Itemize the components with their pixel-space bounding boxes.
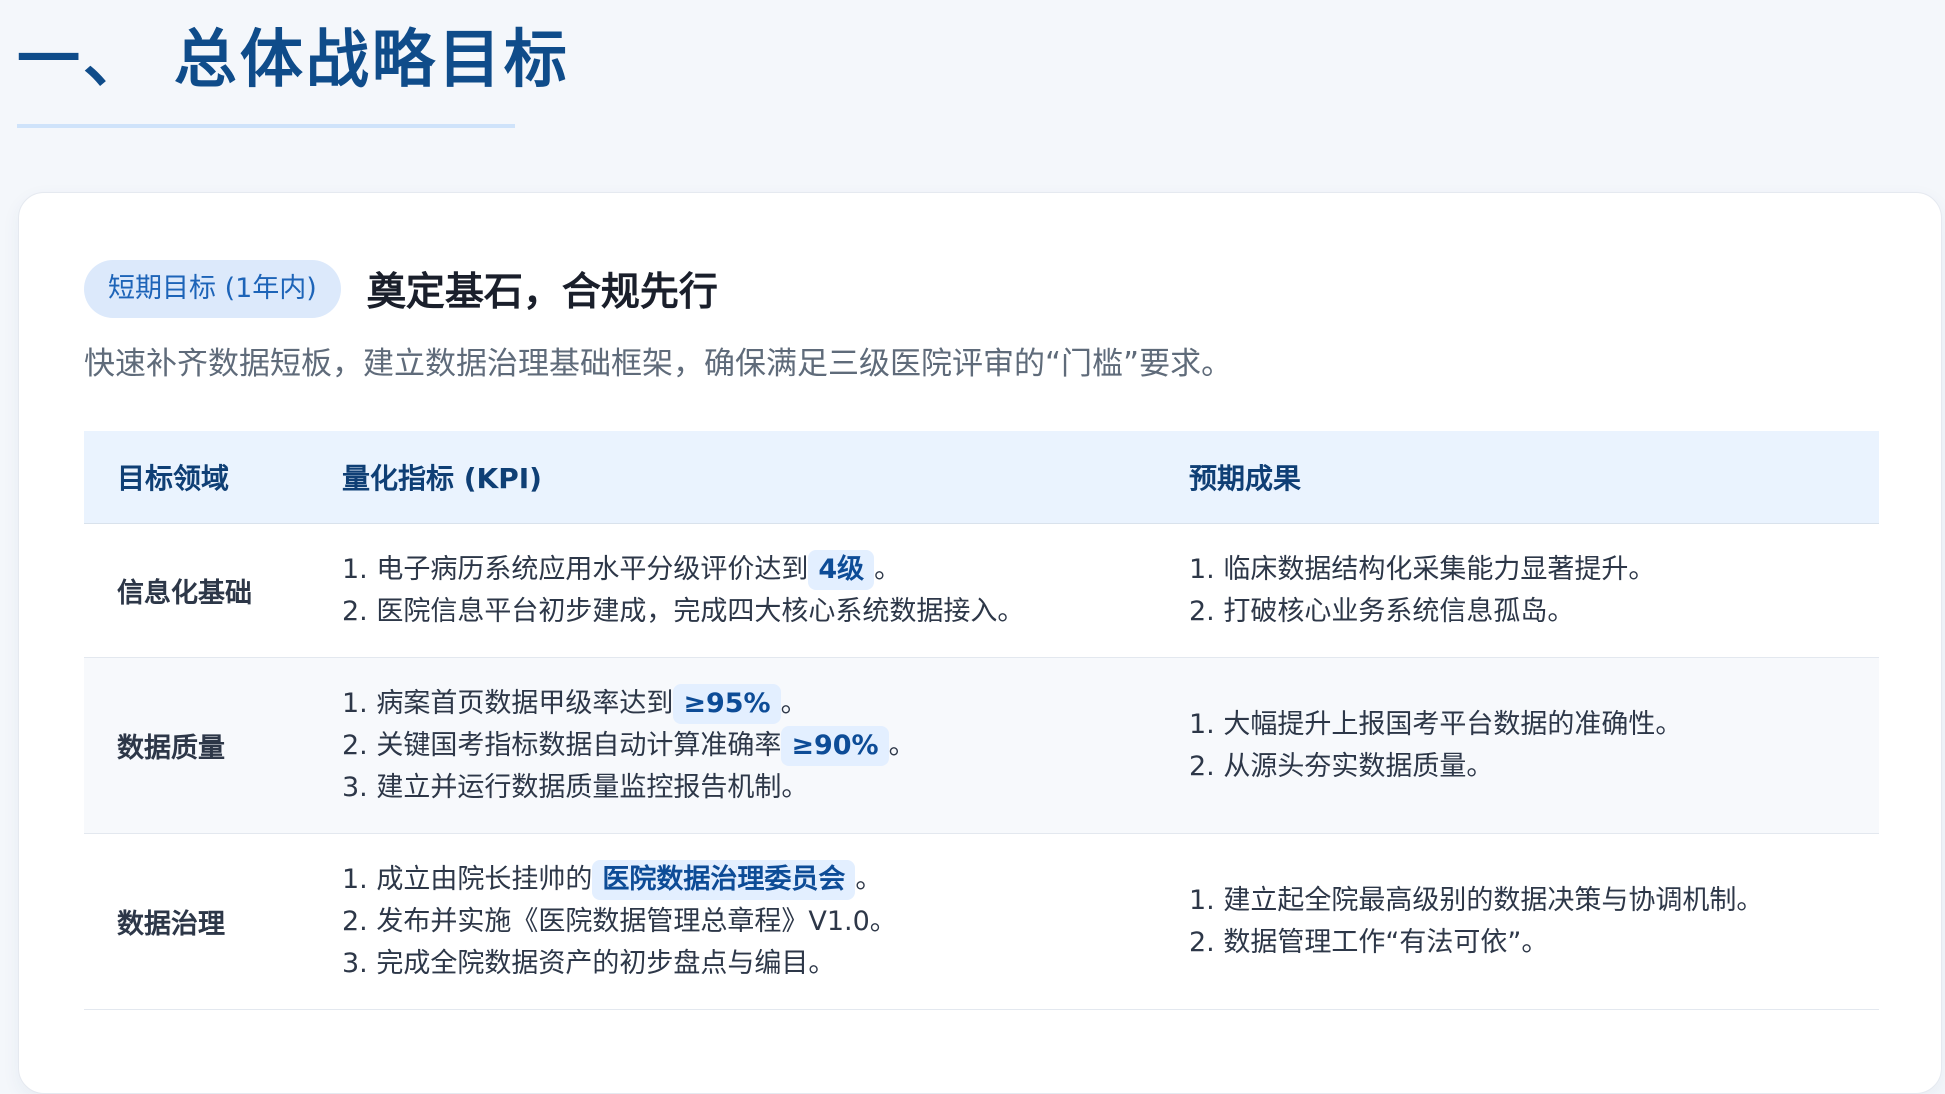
kpi-highlight: 医院数据治理委员会 — [592, 859, 856, 900]
table-row: 数据治理 1. 成立由院长挂帅的 医院数据治理委员会。 2. 发布并实施《医院数据… — [84, 833, 1879, 1010]
goal-title: 奠定基石，合规先行 — [366, 270, 718, 315]
kpi-item: 1. 成立由院长挂帅的 医院数据治理委员会。 — [342, 859, 1156, 901]
outcome-cell: 1. 临床数据结构化采集能力显著提升。 2. 打破核心业务系统信息孤岛。 — [1156, 523, 1879, 658]
outcome-item: 1. 大幅提升上报国考平台数据的准确性。 — [1189, 708, 1683, 740]
kpi-highlight: 4级 — [808, 549, 875, 590]
goal-header: 短期目标 (1年内) 奠定基石，合规先行 — [84, 260, 718, 318]
kpi-item: 1. 病案首页数据甲级率达到 ≥95%。 — [342, 683, 1156, 725]
area-cell: 信息化基础 — [84, 523, 309, 658]
outcome-item: 1. 建立起全院最高级别的数据决策与协调机制。 — [1189, 884, 1764, 916]
outcome-cell: 1. 大幅提升上报国考平台数据的准确性。 2. 从源头夯实数据质量。 — [1156, 657, 1879, 834]
table-row: 信息化基础 1. 电子病历系统应用水平分级评价达到 4级。 2. 医院信息平台初步… — [84, 523, 1879, 658]
area-cell: 数据治理 — [84, 833, 309, 1010]
header-area: 目标领域 — [84, 431, 309, 524]
kpi-item: 2. 医院信息平台初步建成，完成四大核心系统数据接入。 — [342, 595, 1025, 627]
outcome-item: 2. 从源头夯实数据质量。 — [1189, 750, 1494, 782]
section-title: 一、 总体战略目标 — [17, 23, 570, 96]
kpi-cell: 1. 成立由院长挂帅的 医院数据治理委员会。 2. 发布并实施《医院数据管理总章程… — [309, 833, 1156, 1010]
header-outcome: 预期成果 — [1156, 431, 1879, 524]
kpi-item: 2. 发布并实施《医院数据管理总章程》V1.0。 — [342, 905, 897, 937]
kpi-item: 2. 关键国考指标数据自动计算准确率 ≥90%。 — [342, 725, 1156, 767]
kpi-item: 1. 电子病历系统应用水平分级评价达到 4级。 — [342, 549, 1156, 591]
outcome-cell: 1. 建立起全院最高级别的数据决策与协调机制。 2. 数据管理工作“有法可依”。 — [1156, 833, 1879, 1010]
goal-table: 目标领域 量化指标 (KPI) 预期成果 信息化基础 1. 电子病历系统应用水平… — [84, 431, 1879, 1010]
table-row: 数据质量 1. 病案首页数据甲级率达到 ≥95%。 2. 关键国考指标数据自动计算… — [84, 657, 1879, 834]
kpi-cell: 1. 病案首页数据甲级率达到 ≥95%。 2. 关键国考指标数据自动计算准确率 ≥9… — [309, 657, 1156, 834]
kpi-cell: 1. 电子病历系统应用水平分级评价达到 4级。 2. 医院信息平台初步建成，完成四… — [309, 523, 1156, 658]
kpi-item: 3. 完成全院数据资产的初步盘点与编目。 — [342, 947, 836, 979]
table-header-row: 目标领域 量化指标 (KPI) 预期成果 — [84, 431, 1879, 524]
kpi-highlight: ≥90% — [781, 725, 889, 766]
outcome-item: 1. 临床数据结构化采集能力显著提升。 — [1189, 553, 1656, 585]
outcome-item: 2. 打破核心业务系统信息孤岛。 — [1189, 595, 1575, 627]
kpi-item: 3. 建立并运行数据质量监控报告机制。 — [342, 771, 809, 803]
header-kpi: 量化指标 (KPI) — [309, 431, 1156, 524]
goal-description: 快速补齐数据短板，建立数据治理基础框架，确保满足三级医院评审的“门槛”要求。 — [84, 346, 1233, 382]
area-cell: 数据质量 — [84, 657, 309, 834]
period-badge: 短期目标 (1年内) — [84, 260, 341, 318]
kpi-highlight: ≥95% — [673, 683, 781, 724]
goal-card: 短期目标 (1年内) 奠定基石，合规先行 快速补齐数据短板，建立数据治理基础框架… — [18, 192, 1942, 1094]
outcome-item: 2. 数据管理工作“有法可依”。 — [1189, 926, 1549, 958]
title-underline — [17, 124, 515, 128]
